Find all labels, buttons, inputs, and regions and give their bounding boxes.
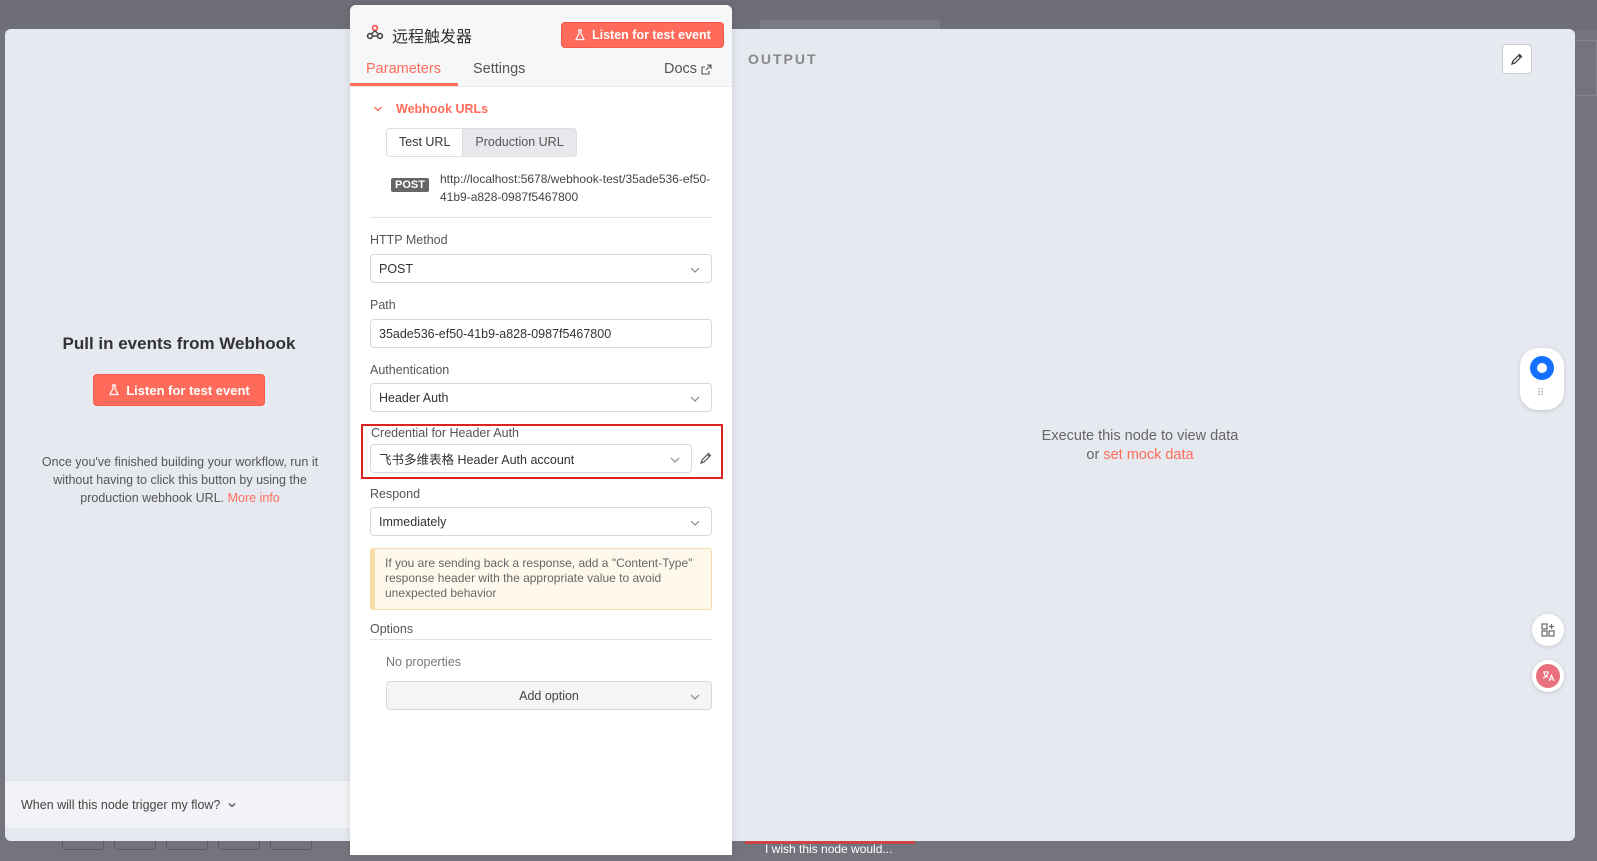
http-method-select[interactable]: POST [370, 254, 712, 283]
translate-widget-button[interactable] [1532, 660, 1564, 692]
chevron-down-icon [690, 267, 700, 273]
webhook-urls-toggle[interactable]: Webhook URLs [372, 102, 488, 116]
credential-highlight: Credential for Header Auth 飞书多维表格 Header… [361, 424, 723, 479]
listen-test-event-label: Listen for test event [126, 382, 250, 398]
pencil-icon [1511, 53, 1523, 65]
credential-value: 飞书多维表格 Header Auth account [379, 453, 575, 467]
webhook-url-switch: Test URL Production URL [386, 128, 577, 157]
input-pane: Pull in events from Webhook Listen for t… [5, 29, 353, 841]
listen-test-event-top-label: Listen for test event [592, 28, 711, 42]
credential-label: Credential for Header Auth [371, 426, 520, 440]
divider [370, 217, 712, 218]
active-tab-indicator [350, 83, 458, 86]
http-method-badge: POST [391, 178, 429, 192]
apps-icon [1541, 623, 1555, 637]
edit-credential-icon[interactable] [699, 451, 713, 465]
set-mock-data-link[interactable]: set mock data [1103, 447, 1193, 463]
chevron-down-icon [690, 694, 700, 700]
respond-select[interactable]: Immediately [370, 507, 712, 536]
webhook-urls-label: Webhook URLs [396, 102, 489, 116]
edit-output-button[interactable] [1502, 44, 1532, 74]
more-info-link[interactable]: More info [228, 491, 280, 505]
tab-parameters[interactable]: Parameters [366, 61, 441, 77]
node-details-view: Pull in events from Webhook Listen for t… [5, 29, 1575, 841]
parameters-panel: 远程触发器 Listen for test event Parameters S… [350, 5, 732, 855]
webhook-url-text[interactable]: http://localhost:5678/webhook-test/35ade… [440, 170, 720, 206]
output-pane: OUTPUT Execute this node to view data or… [735, 29, 1575, 841]
content-type-notice: If you are sending back a response, add … [370, 548, 712, 610]
path-input[interactable]: 35ade536-ef50-41b9-a828-0987f5467800 [370, 319, 712, 348]
http-method-label: HTTP Method [370, 233, 448, 247]
http-method-value: POST [379, 261, 414, 276]
docs-label: Docs [664, 61, 698, 77]
drag-handle-icon[interactable]: ⠿ [1537, 388, 1544, 399]
flask-icon [575, 29, 585, 41]
apps-widget-button[interactable] [1532, 614, 1564, 646]
output-empty-state: Execute this node to view data or set mo… [1005, 427, 1275, 465]
assistant-icon [1530, 356, 1554, 380]
output-or-text: or [1086, 447, 1100, 463]
parameters-tabs: Parameters Settings Docs [350, 55, 732, 87]
output-title: OUTPUT [748, 51, 818, 67]
no-properties-text: No properties [386, 655, 462, 669]
chevron-down-icon [670, 457, 680, 463]
external-link-icon [701, 63, 712, 75]
respond-value: Immediately [379, 514, 447, 529]
webhook-icon [366, 24, 384, 40]
authentication-select[interactable]: Header Auth [370, 383, 712, 412]
respond-label: Respond [370, 487, 421, 501]
authentication-value: Header Auth [379, 390, 449, 405]
output-empty-text: Execute this node to view data [1041, 428, 1239, 444]
trigger-faq-label: When will this node trigger my flow? [21, 797, 221, 812]
test-url-tab[interactable]: Test URL [387, 129, 464, 156]
options-label: Options [370, 622, 414, 636]
chevron-down-icon [690, 396, 700, 402]
wish-feedback-link[interactable]: I wish this node would... [765, 842, 892, 856]
divider [370, 639, 712, 640]
trigger-faq[interactable]: When will this node trigger my flow? [5, 780, 353, 828]
chevron-down-icon [228, 802, 236, 807]
path-label: Path [370, 298, 396, 312]
credential-select[interactable]: 飞书多维表格 Header Auth account [370, 444, 692, 473]
trigger-title: Pull in events from Webhook [62, 334, 296, 353]
authentication-label: Authentication [370, 363, 450, 377]
parameters-header: 远程触发器 Listen for test event Parameters S… [350, 5, 732, 87]
docs-link[interactable]: Docs [664, 61, 712, 77]
add-option-label: Add option [519, 688, 579, 703]
listen-test-event-button[interactable]: Listen for test event [93, 374, 265, 406]
chevron-down-icon [690, 520, 700, 526]
node-title[interactable]: 远程触发器 [392, 23, 472, 47]
translate-icon [1536, 664, 1560, 688]
tab-settings[interactable]: Settings [473, 61, 525, 77]
production-url-tab[interactable]: Production URL [463, 129, 575, 156]
trigger-description: Once you've finished building your workf… [35, 453, 325, 507]
flask-icon [109, 384, 120, 396]
add-option-select[interactable]: Add option [386, 681, 712, 710]
chevron-down-icon [374, 106, 382, 112]
listen-test-event-top-button[interactable]: Listen for test event [561, 22, 724, 48]
assistant-widget[interactable]: ⠿ [1520, 348, 1564, 410]
path-value: 35ade536-ef50-41b9-a828-0987f5467800 [379, 326, 612, 341]
input-pane-empty: Pull in events from Webhook Listen for t… [5, 334, 353, 406]
